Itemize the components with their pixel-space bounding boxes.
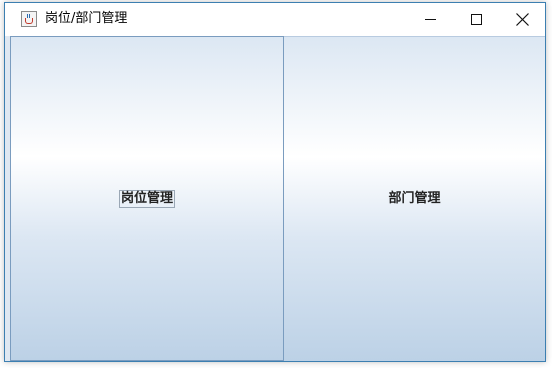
close-button[interactable] [499, 3, 545, 36]
post-management-button[interactable]: 岗位管理 [10, 36, 284, 361]
department-management-button[interactable]: 部门管理 [284, 36, 545, 361]
app-window: 岗位/部门管理 岗位管理 部门管理 [4, 2, 546, 362]
cup-shape [25, 18, 33, 24]
minimize-icon [425, 19, 436, 20]
java-cup-icon[interactable] [21, 11, 37, 27]
title-bar[interactable]: 岗位/部门管理 [5, 3, 545, 36]
maximize-icon [471, 14, 482, 25]
window-title: 岗位/部门管理 [45, 11, 128, 26]
close-icon [516, 13, 529, 26]
maximize-button[interactable] [453, 3, 499, 36]
department-management-label: 部门管理 [388, 191, 441, 206]
content-panel: 岗位管理 部门管理 [5, 36, 545, 361]
minimize-button[interactable] [407, 3, 453, 36]
post-management-label: 岗位管理 [118, 189, 175, 208]
